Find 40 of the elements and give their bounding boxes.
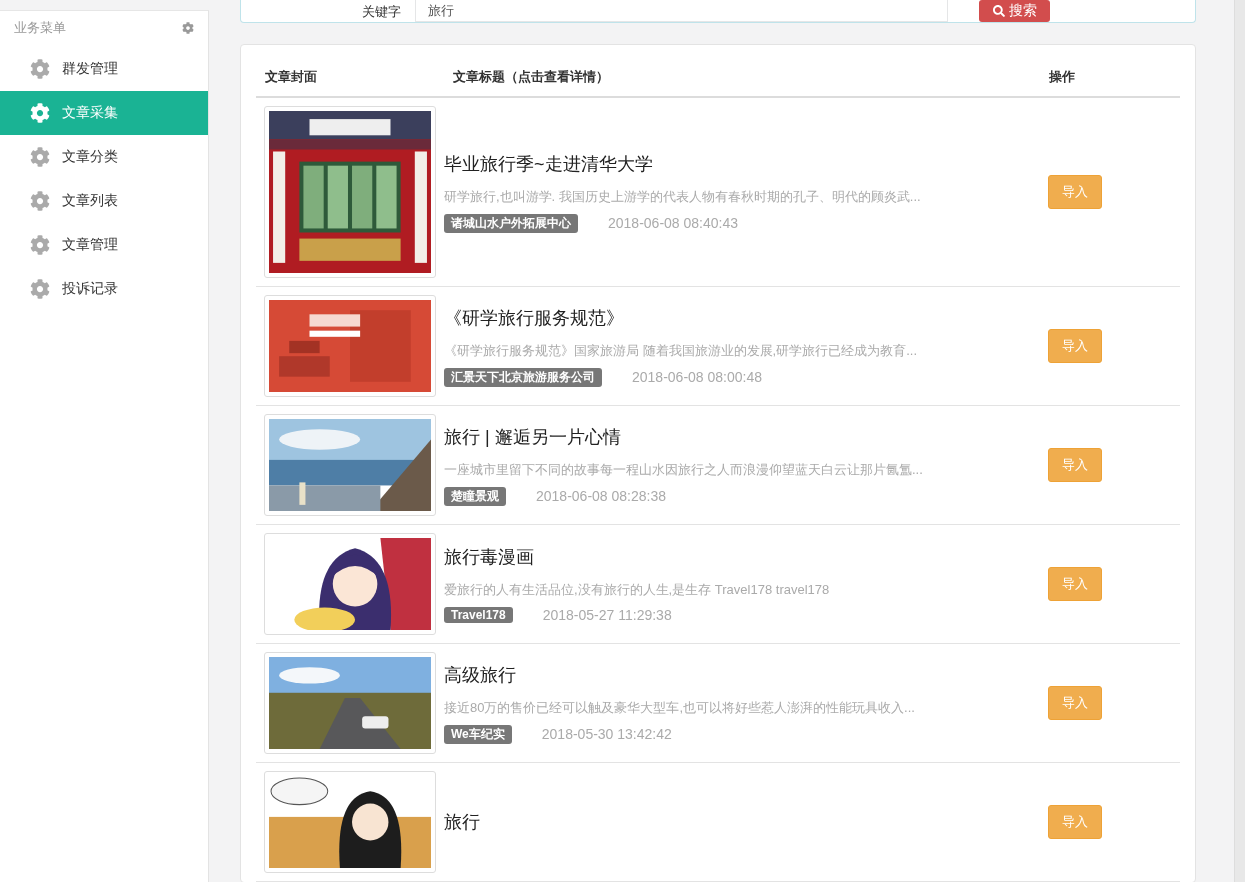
sidebar-item[interactable]: 投诉记录 bbox=[0, 267, 208, 311]
keyword-field[interactable]: 旅行 bbox=[415, 0, 948, 22]
source-tag: 汇景天下北京旅游服务公司 bbox=[444, 367, 602, 387]
source-tag: Travel178 bbox=[444, 607, 513, 623]
gear-icon bbox=[30, 147, 50, 167]
article-title[interactable]: 毕业旅行季~走进清华大学 bbox=[444, 151, 653, 176]
article-summary: 接近80万的售价已经可以触及豪华大型车,也可以将好些惹人澎湃的性能玩具收入... bbox=[444, 698, 916, 717]
sidebar-item[interactable]: 文章列表 bbox=[0, 179, 208, 223]
publish-date: 2018-06-08 08:40:43 bbox=[608, 215, 738, 231]
sidebar-item[interactable]: 文章管理 bbox=[0, 223, 208, 267]
column-header: 文章封面 bbox=[264, 67, 318, 86]
article-summary: 爱旅行的人有生活品位,没有旅行的人生,是生存 Travel178 travel178 bbox=[444, 581, 831, 599]
settings-icon[interactable] bbox=[182, 22, 194, 34]
article-title[interactable]: 高级旅行 bbox=[444, 662, 516, 687]
column-header: 操作 bbox=[1048, 67, 1076, 86]
article-title[interactable]: 旅行 | 邂逅另一片心情 bbox=[444, 424, 621, 449]
article-summary: 《研学旅行服务规范》国家旅游局 随着我国旅游业的发展,研学旅行已经成为教育... bbox=[444, 341, 919, 360]
article-summary: 研学旅行,也叫游学. 我国历史上游学的代表人物有春秋时期的孔子、明代的顾炎武... bbox=[444, 187, 922, 206]
sidebar-item[interactable]: 文章分类 bbox=[0, 135, 208, 179]
source-tag: 诸城山水户外拓展中心 bbox=[444, 213, 578, 233]
publish-date: 2018-06-08 08:00:48 bbox=[632, 369, 762, 385]
keyword-label: 关键字 bbox=[361, 3, 402, 21]
gear-icon bbox=[30, 235, 50, 255]
article-title[interactable]: 旅行毒漫画 bbox=[444, 545, 534, 569]
gear-icon bbox=[30, 59, 50, 79]
search-icon bbox=[992, 5, 1005, 17]
search-button[interactable]: 搜索 bbox=[979, 0, 1050, 22]
menu-heading: 业务菜单 bbox=[14, 19, 66, 37]
source-tag: We车纪实 bbox=[444, 724, 512, 744]
gear-icon bbox=[30, 103, 50, 123]
article-title[interactable]: 《研学旅行服务规范》 bbox=[444, 305, 624, 330]
publish-date: 2018-06-08 08:28:38 bbox=[536, 488, 666, 504]
article-title[interactable]: 旅行 bbox=[444, 810, 480, 834]
publish-date: 2018-05-27 11:29:38 bbox=[542, 607, 672, 623]
source-tag: 楚瞳景观 bbox=[444, 486, 506, 506]
publish-date: 2018-05-30 13:42:42 bbox=[541, 726, 672, 742]
gear-icon bbox=[30, 191, 50, 211]
gear-icon bbox=[30, 279, 50, 299]
column-header: 文章标题（点击查看详情） bbox=[452, 67, 610, 86]
sidebar-item[interactable]: 群发管理 bbox=[0, 47, 208, 91]
